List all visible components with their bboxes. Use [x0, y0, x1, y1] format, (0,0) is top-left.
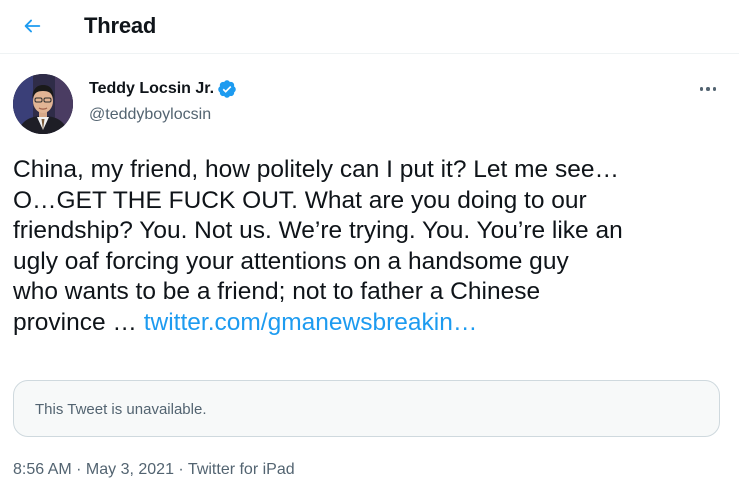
- avatar[interactable]: [13, 74, 73, 134]
- tweet-text-line: O…GET THE FUCK OUT. What are you doing t…: [13, 186, 587, 214]
- tweet-source[interactable]: Twitter for iPad: [188, 461, 295, 478]
- tweet-text-line: ugly oaf forcing your attentions on a ha…: [13, 247, 569, 275]
- tweet-time[interactable]: 8:56 AM: [13, 461, 72, 478]
- tweet-date[interactable]: May 3, 2021: [86, 461, 174, 478]
- meta-separator: ·: [173, 461, 188, 478]
- tweet-text-line: China, my friend, how politely can I put…: [13, 156, 619, 183]
- avatar-image: [13, 74, 73, 134]
- tweet-metadata: 8:56 AM · May 3, 2021 · Twitter for iPad: [13, 460, 295, 480]
- meta-separator: ·: [71, 461, 86, 478]
- tweet-text-line: province …: [13, 308, 144, 336]
- more-dot: [712, 87, 717, 91]
- more-dot: [706, 87, 710, 91]
- arrow-left-icon: [24, 19, 41, 33]
- tweet-text-line: who wants to be a friend; not to father …: [13, 278, 541, 305]
- tweet-link[interactable]: twitter.com/gmanewsbreakin…: [144, 309, 478, 336]
- verified-badge-icon: [218, 80, 236, 98]
- author-name[interactable]: Teddy Locsin Jr.: [89, 79, 214, 99]
- more-options-button[interactable]: [690, 77, 726, 101]
- author-handle[interactable]: @teddyboylocsin: [89, 105, 211, 125]
- tweet-text: China, my friend, how politely can I put…: [13, 155, 729, 338]
- tweet-text-line-last: province … twitter.com/gmanewsbreakin…: [13, 308, 729, 339]
- author-name-row[interactable]: Teddy Locsin Jr.: [89, 79, 237, 99]
- quoted-tweet-card: This Tweet is unavailable.: [13, 380, 720, 437]
- thread-header: Thread: [0, 0, 739, 54]
- tweet-text-line: friendship? You. Not us. We’re trying. Y…: [13, 217, 623, 244]
- more-horizontal-icon: [699, 87, 704, 91]
- page-title: Thread: [84, 13, 157, 38]
- quoted-tweet-unavailable-text: This Tweet is unavailable.: [35, 401, 207, 418]
- back-button[interactable]: [14, 8, 50, 44]
